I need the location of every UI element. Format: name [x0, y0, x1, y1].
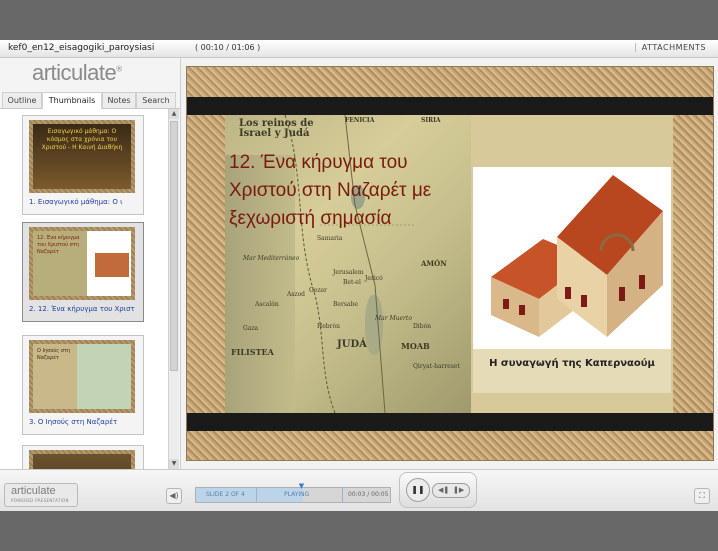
- map-place: Jericó: [365, 275, 383, 282]
- player-controls-bar: articulate POWERED PRESENTATION ◀) ▼ SLI…: [0, 469, 718, 511]
- progress-marker-icon[interactable]: ▼: [299, 482, 304, 490]
- map-place: Hebrón: [317, 323, 340, 330]
- map-place: Bersabe: [333, 301, 358, 308]
- map-region: Mar Mediterráneo: [243, 255, 300, 262]
- map-place: Samaria: [317, 235, 343, 242]
- tab-notes[interactable]: Notes: [102, 92, 136, 108]
- fullscreen-icon[interactable]: ⛶: [694, 488, 710, 504]
- map-place: Jerusalem: [333, 269, 364, 276]
- slide-content: Los reinos de Israel y Judá Samaria Bet-…: [225, 115, 673, 413]
- thumbnail-slide-3[interactable]: Ο Ιησούς στη Ναζαρέτ 3. Ο Ιησούς στη Ναζ…: [22, 335, 144, 435]
- next-slide-icon[interactable]: ❚▶: [453, 484, 464, 497]
- map-region: FENICIA: [345, 117, 375, 124]
- sidebar-tabs: Outline Thumbnails Notes Search: [0, 90, 180, 109]
- progress-divider: [342, 488, 343, 502]
- badge-name: articulate: [11, 485, 56, 497]
- thumbnail-preview-text: Ο Ιησούς στη Ναζαρέτ: [37, 348, 71, 361]
- slide-stage: Los reinos de Israel y Judá Samaria Bet-…: [186, 66, 714, 461]
- slide-counter: SLIDE 2 OF 4: [206, 491, 245, 498]
- thumbnail-caption: 1. Εισαγωγικό μάθημα: Ο ι: [29, 198, 123, 206]
- thumbnail-slide-4[interactable]: [22, 445, 144, 469]
- thumbnail-list: Εισαγωγικό μάθημα: Ο κόσμος στα χρόνια τ…: [0, 109, 168, 469]
- presentation-title: kef0_en12_eisagogiki_paroysiasi: [8, 43, 155, 53]
- thumbnail-image: 12. Ένα κήρυγμα του Χριστού στη Ναζαρέτ: [29, 227, 135, 300]
- thumbnail-image: [29, 450, 135, 469]
- articulate-badge[interactable]: articulate POWERED PRESENTATION: [4, 483, 78, 507]
- playback-controls: ❚❚ ◀❚ ❚▶: [399, 472, 477, 508]
- thumbnail-slide-1[interactable]: Εισαγωγικό μάθημα: Ο κόσμος στα χρόνια τ…: [22, 115, 144, 215]
- map-region: JUDÁ: [337, 339, 367, 350]
- map-place: Bet-el: [343, 279, 361, 286]
- map-place: Ascalón: [255, 301, 279, 308]
- map-region: AMÓN: [421, 259, 447, 268]
- scroll-up-arrow-icon[interactable]: ▲: [169, 109, 179, 119]
- map-region: FILISTEA: [231, 347, 274, 357]
- slide-title: 12. Ένα κήρυγμα του Χριστού στη Ναζαρέτ …: [229, 152, 432, 229]
- building-preview: [95, 253, 129, 277]
- volume-icon[interactable]: ◀): [166, 488, 182, 504]
- map-place: Gaza: [243, 325, 259, 332]
- playback-status: PLAYING: [284, 491, 310, 498]
- synagogue-photo: Η συναγωγή της Καπερναούμ: [473, 167, 671, 393]
- slide-navigation: ◀❚ ❚▶: [432, 483, 470, 498]
- tab-thumbnails[interactable]: Thumbnails: [42, 92, 102, 109]
- articulate-logo: articulate®: [32, 60, 122, 85]
- thumbnail-scrollbar[interactable]: ▲ ▼: [168, 109, 179, 469]
- badge-subtitle: POWERED PRESENTATION: [11, 498, 69, 503]
- thumbnail-image: Εισαγωγικό μάθημα: Ο κόσμος στα χρόνια τ…: [29, 120, 135, 193]
- thumbnail-image: Ο Ιησούς στη Ναζαρέτ: [29, 340, 135, 413]
- map-place: Aszod: [287, 291, 306, 298]
- tab-search[interactable]: Search: [136, 92, 176, 108]
- slide-progress-bar[interactable]: ▼ SLIDE 2 OF 4 PLAYING 00:03 / 00:05: [195, 482, 391, 503]
- map-place: Mar Muerto: [375, 315, 412, 322]
- map-place: Dibón: [413, 323, 432, 330]
- scrollbar-thumb[interactable]: [170, 121, 178, 371]
- synagogue-building-image: [491, 175, 663, 337]
- presentation-player: kef0_en12_eisagogiki_paroysiasi ( 00:10 …: [0, 40, 718, 511]
- map-place: Qiryat-harreset: [413, 363, 460, 370]
- slide-time: 00:03 / 00:05: [348, 491, 389, 498]
- title-bar: kef0_en12_eisagogiki_paroysiasi ( 00:10 …: [0, 40, 718, 58]
- presentation-time: ( 00:10 / 01:06 ): [195, 43, 261, 52]
- thumbnail-preview-text: Εισαγωγικό μάθημα: Ο κόσμος στα χρόνια τ…: [41, 128, 123, 151]
- scroll-down-arrow-icon[interactable]: ▼: [169, 459, 179, 469]
- progress-divider: [256, 488, 257, 502]
- thumbnail-slide-2[interactable]: 12. Ένα κήρυγμα του Χριστού στη Ναζαρέτ …: [22, 222, 144, 322]
- thumbnail-preview-text: 12. Ένα κήρυγμα του Χριστού στη Ναζαρέτ: [37, 235, 80, 255]
- map-place: Gezer: [309, 287, 327, 294]
- thumbnail-caption: 2. 12. Ένα κήρυγμα του Χριστ: [29, 305, 135, 313]
- map-region: MOAB: [401, 341, 430, 351]
- attachments-button[interactable]: ATTACHMENTS: [634, 43, 706, 52]
- map-header: Los reinos de Israel y Judá: [239, 118, 314, 139]
- sidebar: articulate® Outline Thumbnails Notes Sea…: [0, 58, 181, 469]
- thumbnail-caption: 3. Ο Ιησούς στη Ναζαρέτ: [29, 418, 118, 426]
- bottom-film-band: [187, 413, 713, 431]
- tab-outline[interactable]: Outline: [2, 92, 42, 108]
- previous-slide-icon[interactable]: ◀❚: [438, 484, 449, 497]
- top-film-band: [187, 97, 713, 115]
- photo-caption: Η συναγωγή της Καπερναούμ: [473, 349, 671, 393]
- pause-button[interactable]: ❚❚: [406, 478, 430, 502]
- map-region: SIRIA: [421, 117, 441, 124]
